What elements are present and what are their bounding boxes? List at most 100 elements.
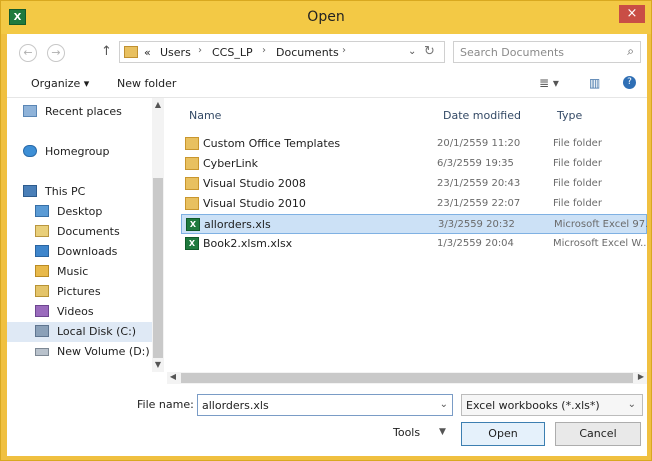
scroll-up-icon[interactable]: ▲ xyxy=(152,100,164,109)
address-bar[interactable]: « Users › CCS_LP › Documents › ⌄ ↻ xyxy=(119,41,445,63)
up-button[interactable]: ↑ xyxy=(101,44,112,59)
videos-icon xyxy=(35,305,49,317)
nav-label: Homegroup xyxy=(45,145,110,158)
file-row[interactable]: Visual Studio 2008 23/1/2559 20:43 File … xyxy=(181,174,647,194)
forward-button[interactable]: → xyxy=(47,44,65,62)
navigation-pane: Recent places Homegroup This PC Desktop … xyxy=(7,98,164,372)
breadcrumb-documents[interactable]: Documents xyxy=(276,46,339,59)
open-button[interactable]: Open xyxy=(461,422,545,446)
nav-item-videos[interactable]: Videos xyxy=(7,302,152,322)
file-type-select[interactable]: Excel workbooks (*.xls*) ⌄ xyxy=(461,394,643,416)
file-row[interactable]: X Book2.xlsm.xlsx 1/3/2559 20:04 Microso… xyxy=(181,234,647,254)
file-name-value: allorders.xls xyxy=(202,399,269,412)
file-type: Microsoft Excel 97... xyxy=(554,219,647,230)
file-type: File folder xyxy=(553,138,602,149)
cancel-button[interactable]: Cancel xyxy=(555,422,641,446)
nav-label: Pictures xyxy=(57,285,101,298)
nav-item-downloads[interactable]: Downloads xyxy=(7,242,152,262)
help-icon[interactable]: ? xyxy=(623,76,636,89)
file-date: 3/3/2559 20:32 xyxy=(438,219,515,230)
file-name-label: File name: xyxy=(137,398,194,411)
breadcrumb-chevron-icon[interactable]: › xyxy=(262,45,266,56)
file-name: Custom Office Templates xyxy=(203,137,341,150)
file-type-dropdown-icon[interactable]: ⌄ xyxy=(628,399,636,410)
file-row[interactable]: CyberLink 6/3/2559 19:35 File folder xyxy=(181,154,647,174)
address-row: ← → ↑ « Users › CCS_LP › Documents › ⌄ ↻… xyxy=(7,38,647,66)
homegroup-icon xyxy=(23,145,37,157)
search-placeholder: Search Documents xyxy=(460,46,565,59)
nav-item-local-disk[interactable]: Local Disk (C:) xyxy=(7,322,152,342)
disk-icon xyxy=(35,325,49,337)
dialog-footer: File name: allorders.xls ⌄ Excel workboo… xyxy=(7,384,647,456)
file-type: File folder xyxy=(553,158,602,169)
search-icon[interactable]: ⌕ xyxy=(627,44,634,59)
nav-item-this-pc[interactable]: This PC xyxy=(7,182,152,202)
nav-scroll-thumb[interactable] xyxy=(153,178,163,358)
column-header-name[interactable]: Name xyxy=(189,109,221,122)
nav-item-pictures[interactable]: Pictures xyxy=(7,282,152,302)
documents-icon xyxy=(35,225,49,237)
nav-item-documents[interactable]: Documents xyxy=(7,222,152,242)
scroll-right-icon[interactable]: ▶ xyxy=(635,372,647,381)
breadcrumb-chevron-icon[interactable]: › xyxy=(198,45,202,56)
music-icon xyxy=(35,265,49,277)
file-list-scroll-thumb[interactable] xyxy=(181,373,633,383)
scroll-left-icon[interactable]: ◀ xyxy=(167,372,179,381)
tools-dropdown-icon[interactable]: ▼ xyxy=(439,427,446,437)
new-folder-button[interactable]: New folder xyxy=(117,77,176,90)
file-type-value: Excel workbooks (*.xls*) xyxy=(466,399,600,412)
file-list: Name Date modified Type Custom Office Te… xyxy=(167,98,647,372)
address-dropdown-icon[interactable]: ⌄ xyxy=(408,46,416,57)
nav-label: Desktop xyxy=(57,205,103,218)
refresh-icon[interactable]: ↻ xyxy=(424,44,435,59)
close-button[interactable]: × xyxy=(619,5,645,23)
file-name-dropdown-icon[interactable]: ⌄ xyxy=(440,399,448,410)
nav-label: This PC xyxy=(45,185,86,198)
organize-button[interactable]: Organize ▾ xyxy=(31,77,89,90)
dialog-title: Open xyxy=(307,9,345,25)
nav-item-desktop[interactable]: Desktop xyxy=(7,202,152,222)
nav-label: Videos xyxy=(57,305,94,318)
pc-icon xyxy=(23,185,37,197)
file-type: Microsoft Excel W... xyxy=(553,238,647,249)
folder-icon xyxy=(185,157,199,170)
breadcrumb-users[interactable]: Users xyxy=(160,46,191,59)
title-bar[interactable]: X Open × xyxy=(1,1,651,34)
file-date: 1/3/2559 20:04 xyxy=(437,238,514,249)
nav-item-recent-places[interactable]: Recent places xyxy=(7,102,152,122)
nav-label: Local Disk (C:) xyxy=(57,325,137,338)
file-row-selected[interactable]: X allorders.xls 3/3/2559 20:32 Microsoft… xyxy=(181,214,647,234)
file-list-scrollbar[interactable]: ◀ ▶ xyxy=(167,372,647,384)
nav-item-music[interactable]: Music xyxy=(7,262,152,282)
folder-icon xyxy=(124,46,138,58)
open-dialog: X Open × ← → ↑ « Users › CCS_LP › Docume… xyxy=(0,0,652,461)
recent-places-icon xyxy=(23,105,37,117)
breadcrumb-overflow[interactable]: « xyxy=(144,46,151,59)
file-row[interactable]: Custom Office Templates 20/1/2559 11:20 … xyxy=(181,134,647,154)
nav-item-new-volume[interactable]: New Volume (D:) xyxy=(7,342,152,362)
nav-scrollbar[interactable]: ▲ ▼ xyxy=(152,98,164,372)
nav-item-homegroup[interactable]: Homegroup xyxy=(7,142,152,162)
excel-file-icon: X xyxy=(185,237,199,250)
excel-file-icon: X xyxy=(186,218,200,231)
folder-icon xyxy=(185,137,199,150)
dialog-body: ← → ↑ « Users › CCS_LP › Documents › ⌄ ↻… xyxy=(7,34,647,456)
preview-pane-icon[interactable]: ▥ xyxy=(589,76,600,90)
column-header-type[interactable]: Type xyxy=(557,109,582,122)
tools-button[interactable]: Tools xyxy=(393,426,420,439)
scroll-down-icon[interactable]: ▼ xyxy=(152,360,164,369)
breadcrumb-ccs-lp[interactable]: CCS_LP xyxy=(212,46,253,59)
file-name-input[interactable]: allorders.xls ⌄ xyxy=(197,394,453,416)
back-button[interactable]: ← xyxy=(19,44,37,62)
downloads-icon xyxy=(35,245,49,257)
file-row[interactable]: Visual Studio 2010 23/1/2559 22:07 File … xyxy=(181,194,647,214)
view-options-icon[interactable]: ≣ ▾ xyxy=(539,76,559,90)
search-box[interactable]: Search Documents ⌕ xyxy=(453,41,641,63)
file-name: Book2.xlsm.xlsx xyxy=(203,237,293,250)
nav-label: New Volume (D:) xyxy=(57,345,150,358)
column-header-date[interactable]: Date modified xyxy=(443,109,521,122)
file-date: 23/1/2559 20:43 xyxy=(437,178,521,189)
file-date: 20/1/2559 11:20 xyxy=(437,138,521,149)
breadcrumb-chevron-icon[interactable]: › xyxy=(342,45,346,56)
nav-label: Downloads xyxy=(57,245,118,258)
